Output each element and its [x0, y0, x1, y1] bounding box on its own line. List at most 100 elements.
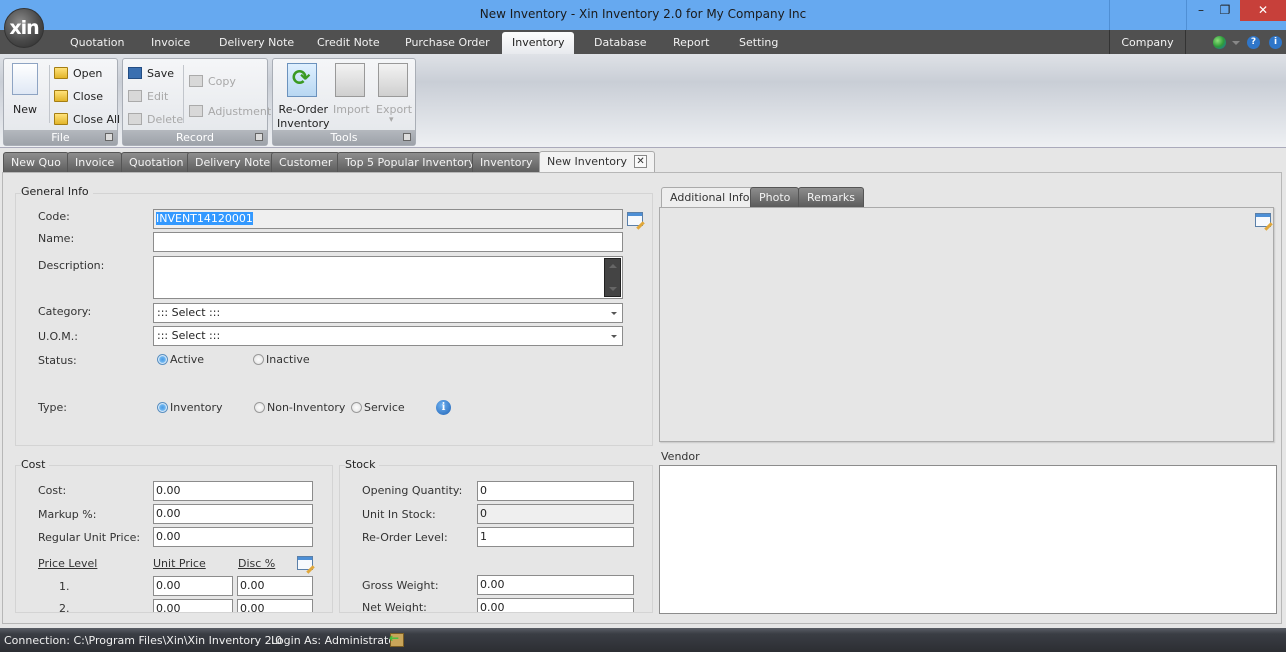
price-level-2-disc[interactable]: 0.00: [237, 599, 313, 612]
additional-info-panel: [659, 207, 1274, 442]
cost-legend: Cost: [21, 458, 50, 471]
gross-weight-input[interactable]: 0.00: [477, 575, 634, 595]
info-icon[interactable]: i: [436, 400, 451, 415]
regular-unit-price-input[interactable]: 0.00: [153, 527, 313, 547]
export-dropdown-caret[interactable]: ▾: [389, 115, 394, 125]
price-level-1-disc[interactable]: 0.00: [237, 576, 313, 596]
vendor-list[interactable]: [659, 465, 1277, 614]
description-scrollbar[interactable]: [604, 258, 621, 297]
reorder-inventory-button[interactable]: Re-Order Inventory: [277, 103, 330, 131]
dialog-launcher-icon[interactable]: [105, 133, 113, 141]
globe-icon[interactable]: [1213, 36, 1226, 49]
uom-value: ::: Select :::: [157, 329, 221, 342]
tab-label: New Inventory: [547, 155, 628, 168]
help-icon[interactable]: ?: [1247, 36, 1260, 49]
cost-input[interactable]: 0.00: [153, 481, 313, 501]
radio-dot: [157, 402, 168, 413]
menu-credit-note[interactable]: Credit Note: [307, 30, 390, 54]
tab-quotation[interactable]: Quotation: [121, 152, 192, 173]
dialog-launcher-icon[interactable]: [255, 133, 263, 141]
group-title: Tools: [330, 131, 358, 144]
name-label: Name:: [38, 232, 75, 245]
menu-quotation[interactable]: Quotation: [60, 30, 134, 54]
scroll-down-icon[interactable]: [609, 287, 617, 291]
scroll-up-icon[interactable]: [609, 264, 617, 268]
close-button[interactable]: Close: [54, 90, 103, 103]
maximize-button[interactable]: ❐: [1210, 0, 1240, 21]
window-title: New Inventory - Xin Inventory 2.0 for My…: [479, 7, 807, 21]
edit-price-levels-icon[interactable]: [297, 556, 313, 570]
edit-code-icon[interactable]: [627, 212, 643, 226]
price-level-1-unit-price[interactable]: 0.00: [153, 576, 233, 596]
tab-additional-info[interactable]: Additional Info: [661, 187, 759, 207]
type-inventory-radio[interactable]: Inventory: [157, 401, 223, 414]
save-button[interactable]: Save: [128, 67, 174, 80]
opening-quantity-input[interactable]: 0: [477, 481, 634, 501]
chevron-down-icon[interactable]: [1232, 41, 1240, 45]
folder-open-icon: [54, 67, 68, 79]
menu-company[interactable]: Company: [1109, 30, 1186, 54]
edit-button[interactable]: Edit: [128, 90, 168, 103]
menu-delivery-note[interactable]: Delivery Note: [209, 30, 304, 54]
ribbon-group-tools: Re-OrderInventory Import Export ▾ Tools: [272, 58, 416, 146]
unit-in-stock-input[interactable]: 0: [477, 504, 634, 524]
copy-button[interactable]: Copy: [189, 75, 236, 88]
reorder-refresh-icon: [287, 63, 317, 97]
category-select[interactable]: ::: Select :::: [153, 303, 623, 323]
category-label: Category:: [38, 305, 92, 318]
net-weight-input[interactable]: 0.00: [477, 598, 634, 612]
menu-purchase-order[interactable]: Purchase Order: [395, 30, 500, 54]
tab-top-5-popular-inventory[interactable]: Top 5 Popular Inventory: [337, 152, 483, 173]
export-button[interactable]: Export: [376, 103, 412, 116]
app-logo[interactable]: xin: [4, 8, 44, 48]
price-level-2-unit-price[interactable]: 0.00: [153, 599, 233, 612]
tab-remarks[interactable]: Remarks: [798, 187, 864, 207]
uom-select[interactable]: ::: Select :::: [153, 326, 623, 346]
adjustment-button[interactable]: Adjustment: [189, 105, 271, 118]
tab-new-quo[interactable]: New Quo: [3, 152, 69, 173]
delete-button[interactable]: Delete: [128, 113, 183, 126]
menu-inventory[interactable]: Inventory: [502, 32, 574, 54]
close-window-button[interactable]: ✕: [1240, 0, 1286, 21]
open-label: Open: [73, 67, 103, 80]
side-tabs: Additional Info Photo Remarks: [661, 187, 1281, 207]
dialog-launcher-icon[interactable]: [403, 133, 411, 141]
login-status: Login As: Administrator: [271, 634, 400, 647]
reorder-level-input[interactable]: 1: [477, 527, 634, 547]
description-textarea[interactable]: [153, 256, 623, 299]
price-level-header: Price Level: [38, 557, 98, 570]
status-inactive-radio[interactable]: Inactive: [253, 353, 310, 366]
main-menu-bar: Quotation Invoice Delivery Note Credit N…: [0, 30, 1286, 54]
menu-setting[interactable]: Setting: [729, 30, 788, 54]
close-tab-icon[interactable]: ✕: [634, 155, 648, 168]
import-button[interactable]: Import: [333, 103, 370, 116]
code-label: Code:: [38, 210, 70, 223]
new-button[interactable]: New: [13, 103, 37, 116]
menu-report[interactable]: Report: [663, 30, 719, 54]
tab-invoice[interactable]: Invoice: [67, 152, 123, 173]
description-label: Description:: [38, 259, 105, 272]
type-non-inventory-radio[interactable]: Non-Inventory: [254, 401, 345, 414]
tab-inventory[interactable]: Inventory: [472, 152, 541, 173]
unit-in-stock-label: Unit In Stock:: [362, 508, 436, 521]
markup-input[interactable]: 0.00: [153, 504, 313, 524]
tab-new-inventory[interactable]: New Inventory ✕: [539, 151, 656, 173]
menu-invoice[interactable]: Invoice: [141, 30, 200, 54]
radio-dot: [157, 354, 168, 365]
tab-photo[interactable]: Photo: [750, 187, 800, 207]
menu-database[interactable]: Database: [584, 30, 657, 54]
info-icon[interactable]: i: [1269, 36, 1282, 49]
logout-icon[interactable]: [389, 631, 404, 647]
name-input[interactable]: [153, 232, 623, 252]
tab-delivery-note[interactable]: Delivery Note: [187, 152, 279, 173]
type-service-radio[interactable]: Service: [351, 401, 405, 414]
open-button[interactable]: Open: [54, 67, 102, 80]
group-label-tools: Tools: [273, 130, 415, 145]
code-input[interactable]: INVENT14120001: [153, 209, 623, 229]
tab-customer[interactable]: Customer: [271, 152, 341, 173]
status-active-radio[interactable]: Active: [157, 353, 204, 366]
uom-label: U.O.M.:: [38, 330, 78, 343]
price-level-row-2-clip: 2. 0.00 0.00: [16, 599, 332, 612]
edit-additional-info-icon[interactable]: [1255, 213, 1271, 227]
close-all-button[interactable]: Close All: [54, 113, 120, 126]
